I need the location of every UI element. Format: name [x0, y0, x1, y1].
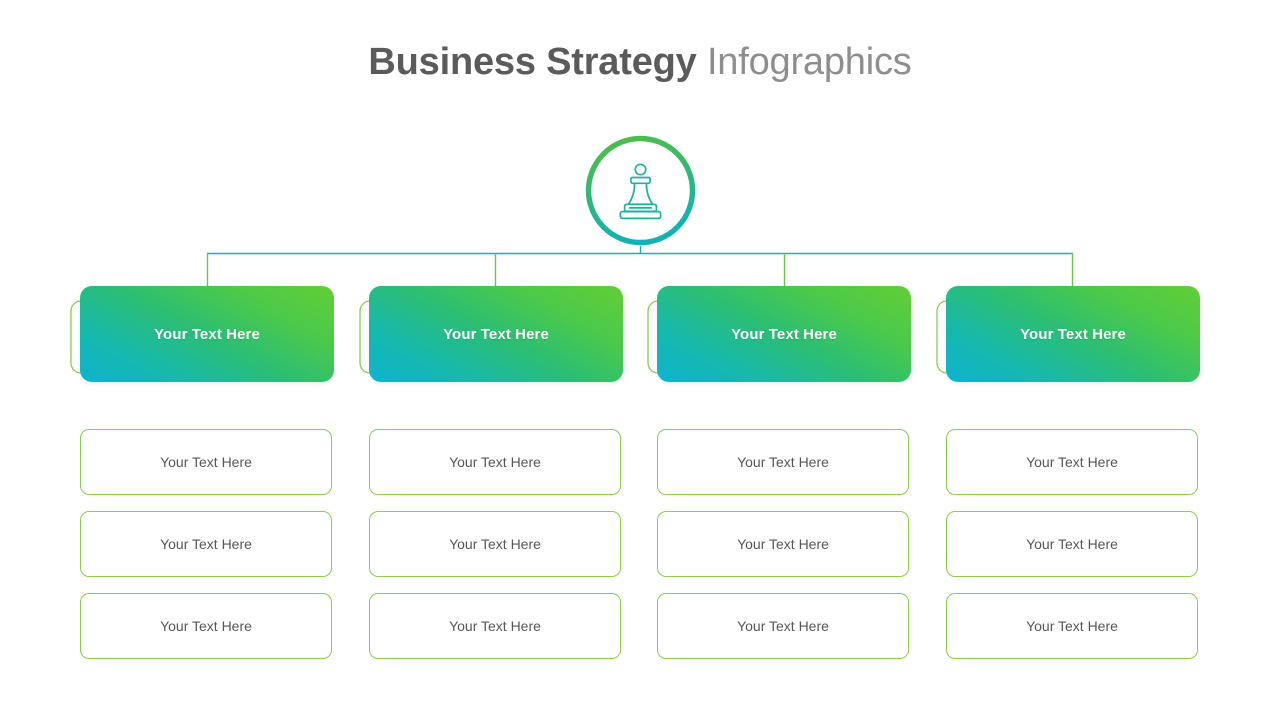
- sub-item-label: Your Text Here: [737, 536, 829, 552]
- sub-item-label: Your Text Here: [449, 618, 541, 634]
- sub-item-card[interactable]: Your Text Here: [657, 429, 909, 495]
- column-header-label: Your Text Here: [1020, 325, 1126, 343]
- sub-item-card[interactable]: Your Text Here: [369, 593, 621, 659]
- column-2: Your Text Here Your Text Here Your Text …: [357, 286, 623, 676]
- sub-item-label: Your Text Here: [1026, 454, 1118, 470]
- hub-icon-container[interactable]: [585, 135, 696, 246]
- column-header-label: Your Text Here: [731, 325, 837, 343]
- column-header-label: Your Text Here: [443, 325, 549, 343]
- title-bold: Business Strategy: [368, 41, 697, 83]
- sub-item-card[interactable]: Your Text Here: [946, 593, 1198, 659]
- title-light: Infographics: [706, 41, 912, 83]
- sub-item-card[interactable]: Your Text Here: [946, 511, 1198, 577]
- sub-item-label: Your Text Here: [737, 454, 829, 470]
- column-header-card-2[interactable]: Your Text Here: [369, 286, 623, 382]
- sub-item-card[interactable]: Your Text Here: [80, 429, 332, 495]
- chess-pawn-icon: [585, 135, 696, 246]
- sub-item-card[interactable]: Your Text Here: [80, 511, 332, 577]
- sub-item-card[interactable]: Your Text Here: [80, 593, 332, 659]
- column-header-label: Your Text Here: [154, 325, 260, 343]
- sub-item-card[interactable]: Your Text Here: [946, 429, 1198, 495]
- page-title: Business Strategy Infographics: [0, 38, 1280, 86]
- sub-item-label: Your Text Here: [449, 454, 541, 470]
- sub-item-card[interactable]: Your Text Here: [657, 511, 909, 577]
- column-4: Your Text Here Your Text Here Your Text …: [934, 286, 1200, 676]
- sub-item-label: Your Text Here: [737, 618, 829, 634]
- sub-item-card[interactable]: Your Text Here: [369, 511, 621, 577]
- sub-item-label: Your Text Here: [1026, 536, 1118, 552]
- sub-item-card[interactable]: Your Text Here: [657, 593, 909, 659]
- sub-item-label: Your Text Here: [160, 536, 252, 552]
- column-1: Your Text Here Your Text Here Your Text …: [68, 286, 334, 676]
- sub-item-label: Your Text Here: [160, 454, 252, 470]
- column-header-card-3[interactable]: Your Text Here: [657, 286, 911, 382]
- column-header-card-1[interactable]: Your Text Here: [80, 286, 334, 382]
- slide-canvas: Business Strategy Infographics Your Text…: [0, 0, 1280, 720]
- column-header-card-4[interactable]: Your Text Here: [946, 286, 1200, 382]
- sub-item-label: Your Text Here: [1026, 618, 1118, 634]
- sub-item-label: Your Text Here: [449, 536, 541, 552]
- sub-item-label: Your Text Here: [160, 618, 252, 634]
- sub-item-card[interactable]: Your Text Here: [369, 429, 621, 495]
- column-3: Your Text Here Your Text Here Your Text …: [645, 286, 911, 676]
